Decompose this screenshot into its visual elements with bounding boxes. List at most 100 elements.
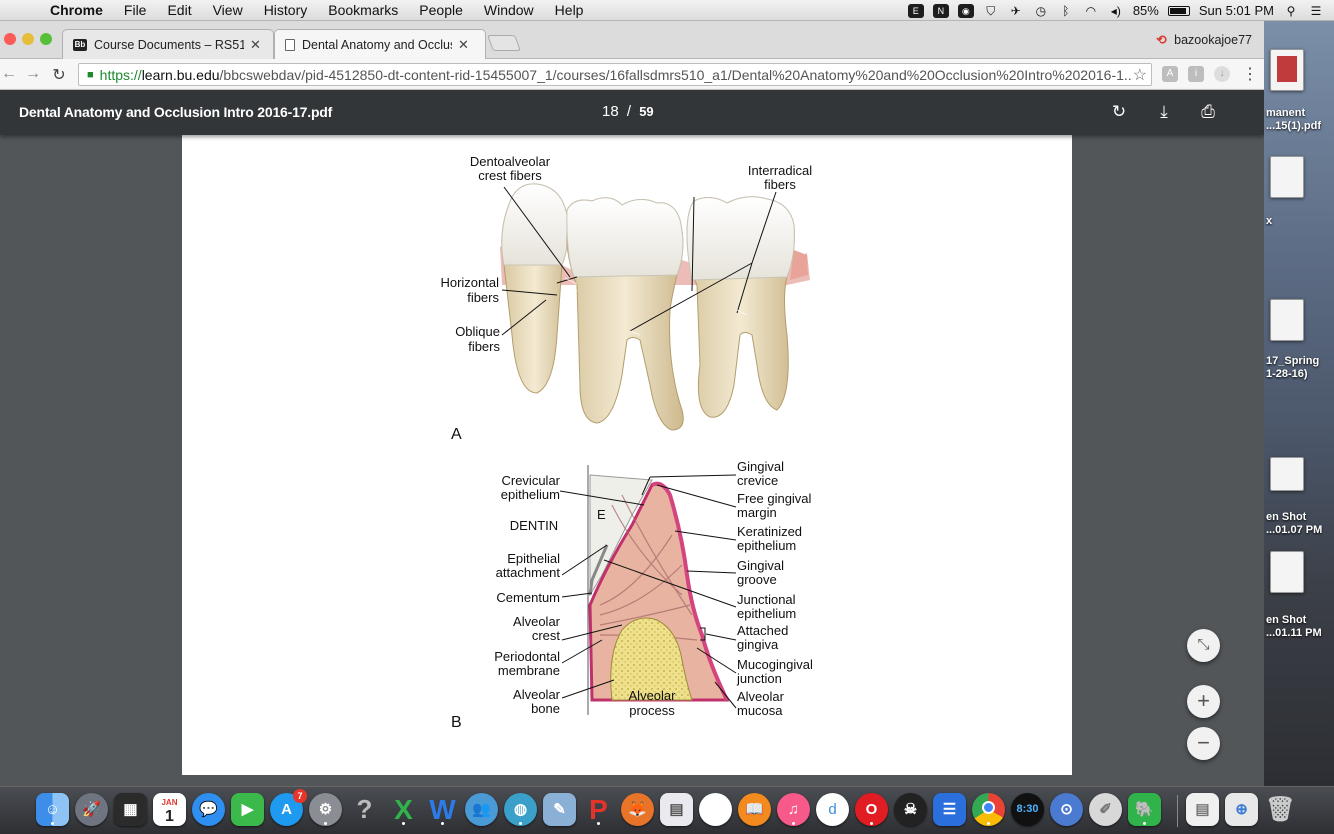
chrome-menu-icon[interactable]: ⋮	[1242, 64, 1258, 84]
close-tab-icon[interactable]: ✕	[458, 37, 469, 53]
network-globe-icon[interactable]: ◍	[504, 793, 537, 826]
address-bar[interactable]: ■ https:// learn.bu.edu /bbcswebdav/pid-…	[78, 63, 1152, 86]
chrome-dock-icon[interactable]	[972, 793, 1005, 826]
profile-name: bazookajoe77	[1174, 33, 1252, 47]
desktop-file-label[interactable]: 17_Spring	[1266, 355, 1319, 368]
evernote-icon[interactable]: 🐘	[1128, 793, 1161, 826]
extension-download-icon[interactable]: ↓	[1214, 66, 1230, 82]
ibooks-icon[interactable]: 📖	[738, 793, 771, 826]
battery-icon[interactable]	[1167, 5, 1190, 16]
skull-app-icon[interactable]: ☠	[894, 793, 927, 826]
fit-to-page-button[interactable]: ⤡	[1187, 629, 1220, 662]
profile-button[interactable]: ⟲ bazookajoe77	[1156, 32, 1252, 47]
zoom-in-button[interactable]: +	[1187, 685, 1220, 718]
menu-history[interactable]: History	[264, 2, 308, 18]
menu-view[interactable]: View	[213, 2, 243, 18]
desktop-background: manent ...15(1).pdf x 17_Spring 1-28-16)…	[1264, 21, 1334, 786]
powerpoint-icon[interactable]: P	[582, 793, 615, 826]
download-icon[interactable]: ⤓	[1154, 102, 1174, 122]
back-arrow-icon[interactable]: ←	[0, 65, 18, 83]
battery-percent[interactable]: 85%	[1133, 3, 1159, 18]
menu-edit[interactable]: Edit	[167, 2, 191, 18]
launchpad-icon[interactable]: 🚀	[75, 793, 108, 826]
desktop-file-pdf-icon[interactable]	[1270, 49, 1304, 91]
list-app-icon[interactable]: ☰	[933, 793, 966, 826]
grapher-icon[interactable]: ✐	[1089, 793, 1122, 826]
menubar-clock[interactable]: Sun 5:01 PM	[1199, 3, 1274, 18]
pdf-document-area[interactable]: Dentoalveolar crest fibers Interradical …	[0, 135, 1264, 786]
spotlight-search-icon[interactable]: ⚲	[1283, 4, 1299, 18]
desktop-screenshot-icon[interactable]	[1270, 457, 1304, 491]
rotate-icon[interactable]: ↻	[1109, 102, 1129, 122]
preview-icon[interactable]: ✎	[543, 793, 576, 826]
downloads-stack-icon[interactable]: ⊕	[1225, 793, 1258, 826]
word-icon[interactable]: W	[426, 793, 459, 826]
clock-app-icon[interactable]: 8:30	[1011, 793, 1044, 826]
wifi-icon[interactable]: ◠	[1083, 4, 1099, 18]
reload-icon[interactable]: ↻	[50, 65, 68, 85]
app-store-icon[interactable]: A7	[270, 789, 307, 826]
excel-icon[interactable]: X	[387, 793, 420, 826]
finder-icon[interactable]: ☺	[36, 793, 69, 826]
close-window-button[interactable]	[4, 33, 16, 45]
rocket-icon[interactable]: ✈	[1008, 4, 1024, 18]
forward-arrow-icon[interactable]: →	[24, 65, 42, 83]
current-page-input[interactable]: 18	[602, 103, 619, 120]
desktop-png-icon[interactable]	[1270, 551, 1304, 593]
bookmark-star-icon[interactable]: ☆	[1132, 65, 1147, 85]
camera-app-icon[interactable]: ◉	[957, 3, 974, 18]
desktop-file-label[interactable]: en Shot	[1266, 511, 1306, 524]
photos-icon[interactable]: ✿	[699, 793, 732, 826]
lock-icon[interactable]: ■	[87, 69, 94, 81]
messages-icon[interactable]: 💬	[192, 793, 225, 826]
menu-people[interactable]: People	[419, 2, 463, 18]
tab-dental-anatomy[interactable]: Dental Anatomy and Occlusion ✕	[274, 29, 486, 59]
opera-icon[interactable]: O	[855, 793, 888, 826]
lync-icon[interactable]: 👥	[465, 793, 498, 826]
desktop-file-label[interactable]: x	[1266, 215, 1272, 228]
dictionary-icon[interactable]: d	[816, 793, 849, 826]
zoom-out-button[interactable]: −	[1187, 727, 1220, 760]
extension-a-icon[interactable]: A	[1162, 66, 1178, 82]
calendar-icon[interactable]: JAN 1	[153, 793, 186, 826]
shield-5-icon[interactable]: ⛉	[983, 4, 999, 18]
minimize-window-button[interactable]	[22, 33, 34, 45]
bluetooth-icon[interactable]: ᛒ	[1058, 4, 1074, 18]
tab-course-documents[interactable]: Bb Course Documents – RS510 A ✕	[62, 29, 274, 59]
new-tab-button[interactable]	[487, 35, 521, 51]
trash-icon[interactable]: 🗑	[1264, 793, 1297, 826]
notification-center-icon[interactable]: ☰	[1308, 4, 1324, 18]
photo-browser-icon[interactable]: ▤	[660, 793, 693, 826]
menu-window[interactable]: Window	[484, 2, 534, 18]
documents-stack-icon[interactable]: ▤	[1186, 793, 1219, 826]
close-tab-icon[interactable]: ✕	[250, 37, 261, 53]
zoom-window-button[interactable]	[40, 33, 52, 45]
dashboard-icon[interactable]: ▦	[114, 793, 147, 826]
document-icon	[285, 38, 295, 51]
print-icon[interactable]: ⎙	[1198, 102, 1218, 122]
extension-info-icon[interactable]: i	[1188, 66, 1204, 82]
desktop-file-label[interactable]: 1-28-16)	[1266, 368, 1308, 381]
system-preferences-icon[interactable]: ⚙	[309, 793, 342, 826]
evernote-helper-icon[interactable]: E	[907, 3, 924, 18]
menu-app-chrome[interactable]: Chrome	[50, 2, 103, 18]
firefox-icon[interactable]: 🦊	[621, 793, 654, 826]
desktop-file-label[interactable]: ...15(1).pdf	[1266, 120, 1321, 133]
time-machine-icon[interactable]: ◷	[1033, 4, 1049, 18]
desktop-file-spreadsheet-icon[interactable]	[1270, 299, 1304, 341]
desktop-file-label[interactable]: ...01.11 PM	[1266, 627, 1322, 640]
safari-icon[interactable]: ⊙	[1050, 793, 1083, 826]
facetime-icon[interactable]: ▶	[231, 793, 264, 826]
desktop-file-label[interactable]: ...01.07 PM	[1266, 524, 1322, 537]
panel-a-letter: A	[451, 426, 462, 443]
desktop-file-label[interactable]: manent	[1266, 107, 1305, 120]
volume-icon[interactable]: ◂)	[1108, 4, 1124, 18]
menu-file[interactable]: File	[124, 2, 147, 18]
help-icon[interactable]: ?	[348, 793, 381, 826]
note-app-icon[interactable]: N	[932, 3, 949, 18]
desktop-file-label[interactable]: en Shot	[1266, 614, 1306, 627]
desktop-file-doc-icon[interactable]	[1270, 156, 1304, 198]
menu-help[interactable]: Help	[555, 2, 584, 18]
itunes-icon[interactable]: ♫	[777, 793, 810, 826]
menu-bookmarks[interactable]: Bookmarks	[328, 2, 398, 18]
